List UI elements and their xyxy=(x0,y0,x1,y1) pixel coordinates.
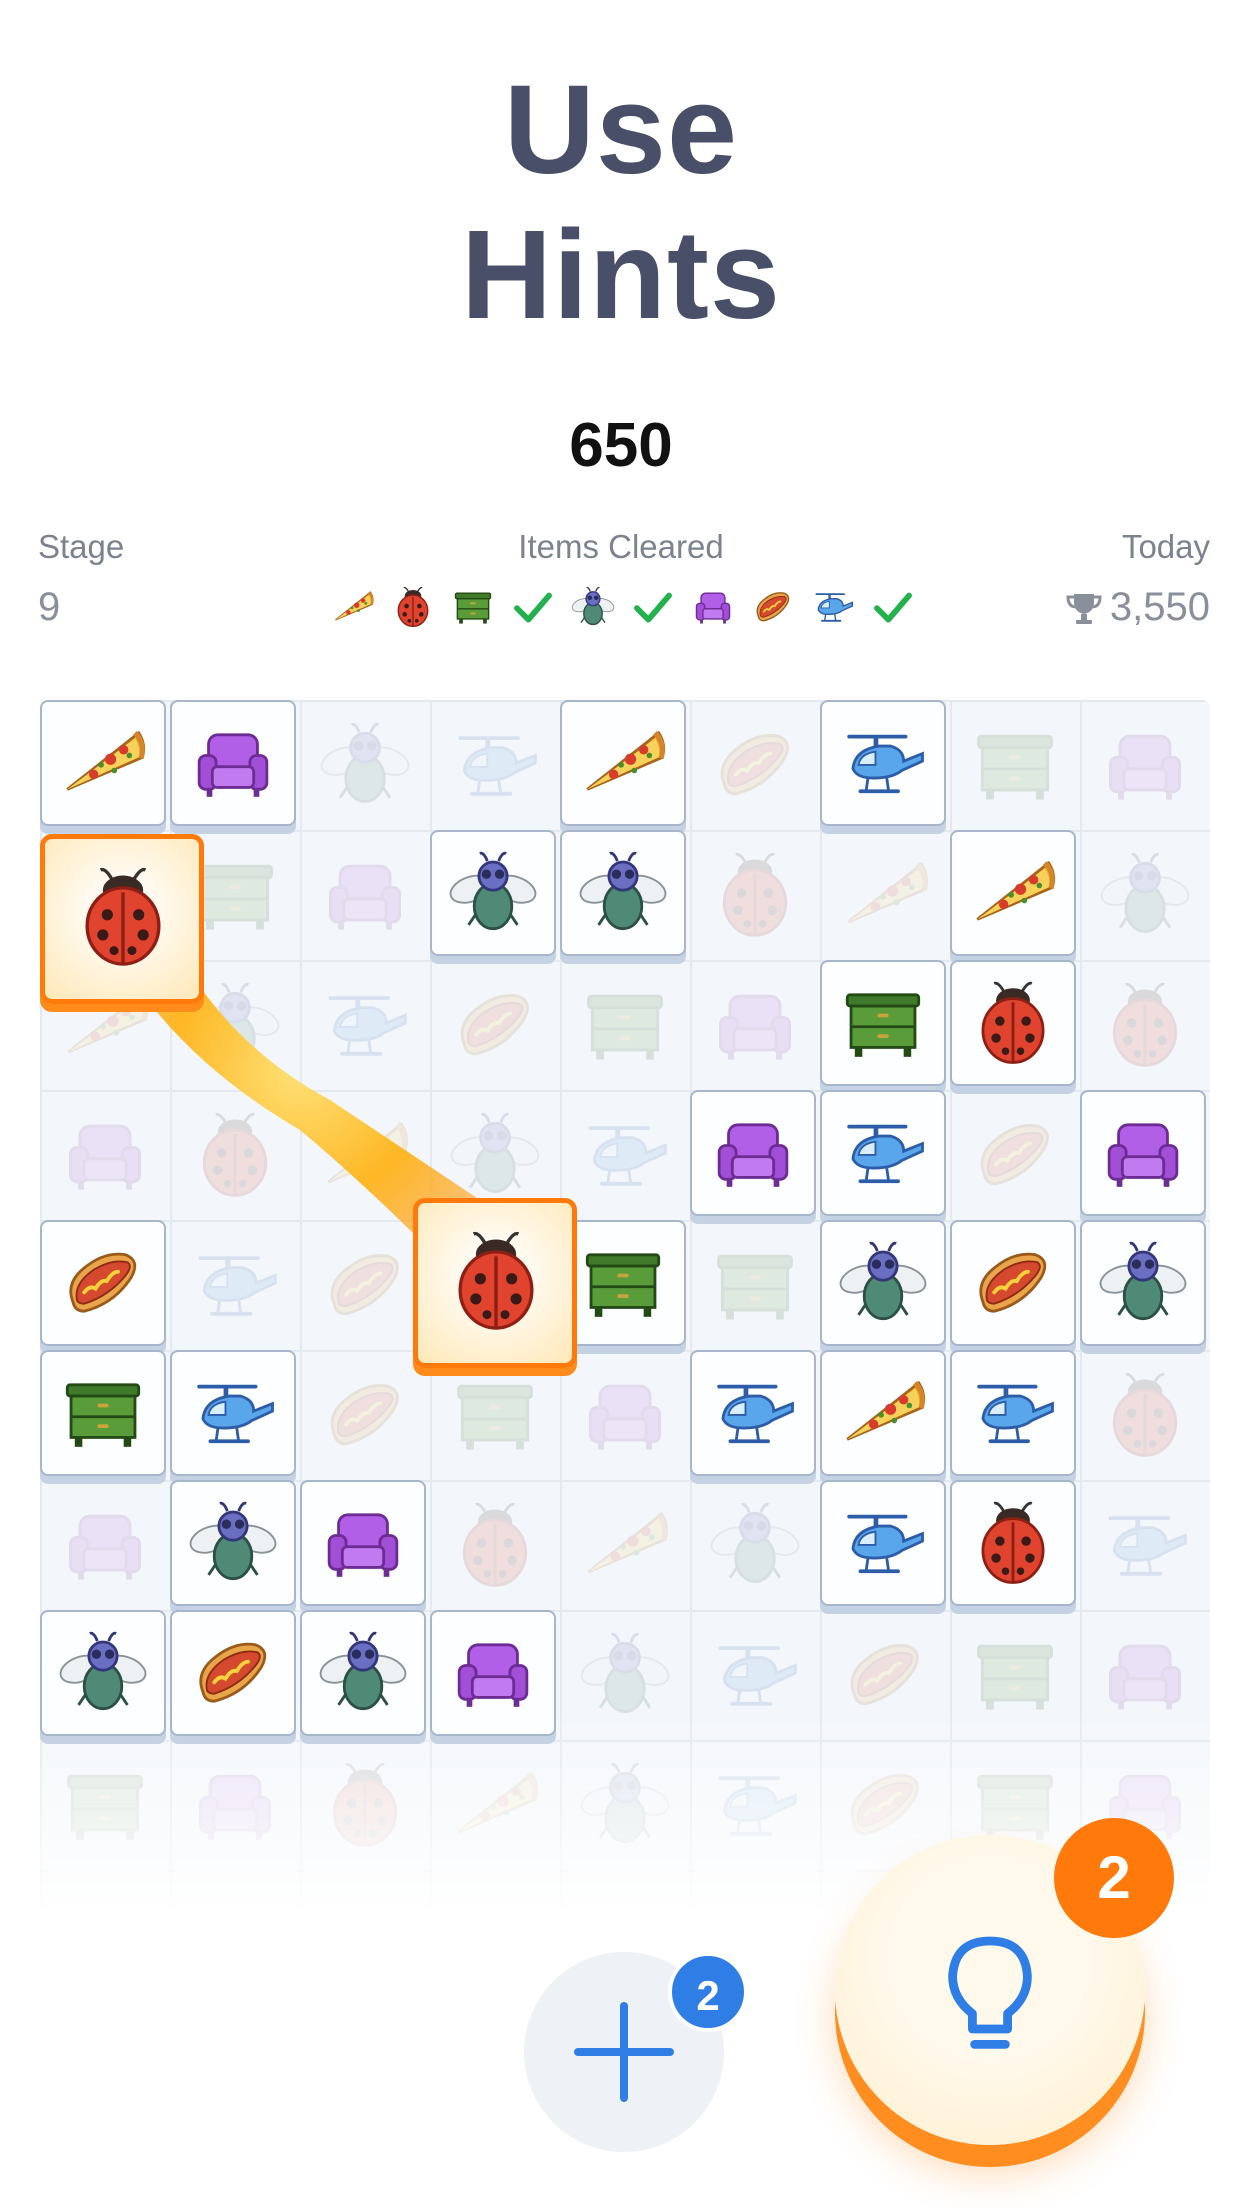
hint-tile-a[interactable] xyxy=(40,834,204,1004)
hint-tile-b[interactable] xyxy=(413,1198,577,1368)
ladybug-icon xyxy=(67,861,179,973)
hint-count-badge: 2 xyxy=(1054,1818,1174,1938)
lightbulb-icon xyxy=(935,1930,1045,2062)
add-count-badge: 2 xyxy=(668,1952,748,2032)
ladybug-icon xyxy=(440,1225,552,1337)
